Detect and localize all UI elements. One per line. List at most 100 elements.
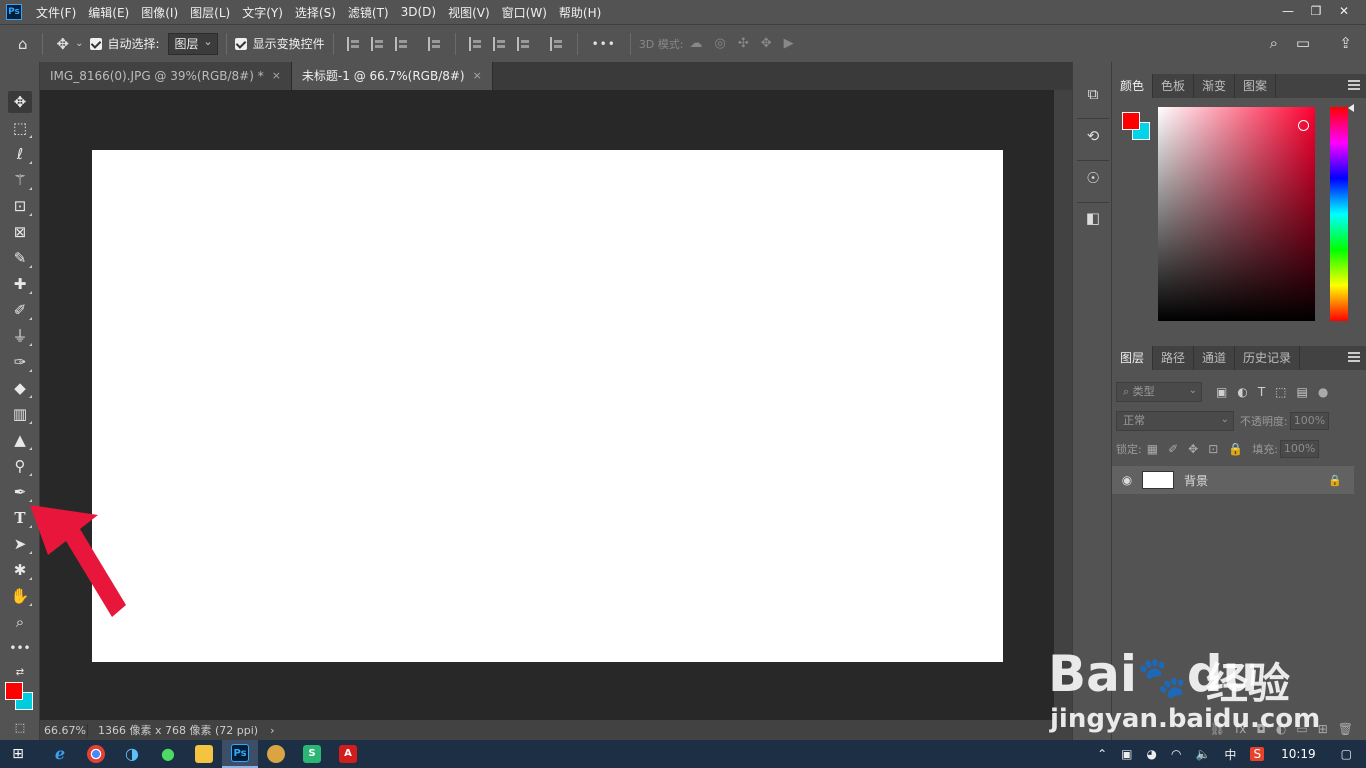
- tab-channels[interactable]: 通道: [1194, 346, 1236, 370]
- close-tab-icon[interactable]: ×: [473, 63, 482, 89]
- qq-icon[interactable]: ◕: [1147, 747, 1157, 761]
- tab-img-8166[interactable]: IMG_8166(0).JPG @ 39%(RGB/8#) * ×: [40, 62, 292, 90]
- tab-patterns[interactable]: 图案: [1235, 74, 1277, 98]
- blend-mode-dropdown[interactable]: 正常: [1116, 411, 1234, 431]
- menu-image[interactable]: 图像(I): [135, 4, 184, 21]
- sogou-ime-icon[interactable]: S: [1250, 747, 1265, 761]
- document-canvas[interactable]: [92, 150, 1003, 662]
- ime-indicator[interactable]: 中: [1224, 746, 1236, 763]
- show-transform-checkbox[interactable]: 显示变换控件: [234, 35, 325, 52]
- healing-brush-tool-icon[interactable]: ✚: [8, 273, 32, 295]
- taskbar-wechat[interactable]: ●: [150, 740, 186, 768]
- filter-shape-icon[interactable]: ⬚: [1275, 385, 1286, 399]
- distribute-horizontal-icon[interactable]: [549, 36, 564, 51]
- tab-history[interactable]: 历史记录: [1235, 346, 1301, 370]
- color-picker-cursor[interactable]: [1298, 120, 1309, 131]
- tray-app-icon[interactable]: ▣: [1121, 747, 1132, 761]
- taskbar-ie[interactable]: ℯ: [42, 740, 78, 768]
- libraries-icon[interactable]: ⧉: [1081, 82, 1105, 106]
- frame-tool-icon[interactable]: ⊠: [8, 221, 32, 243]
- menu-type[interactable]: 文字(Y): [236, 4, 289, 21]
- brush-tool-icon[interactable]: ✐: [8, 299, 32, 321]
- filter-type-icon[interactable]: T: [1258, 385, 1265, 399]
- custom-shape-tool-icon[interactable]: ✱: [8, 559, 32, 581]
- menu-window[interactable]: 窗口(W): [496, 4, 553, 21]
- color-panel-foreground-swatch[interactable]: [1122, 112, 1140, 130]
- eraser-tool-icon[interactable]: ◆: [8, 377, 32, 399]
- properties-icon[interactable]: ◧: [1081, 206, 1105, 230]
- lasso-tool-icon[interactable]: ℓ: [8, 143, 32, 165]
- notifications-icon[interactable]: ▢: [1341, 747, 1352, 761]
- show-hidden-icons-icon[interactable]: ⌃: [1097, 747, 1107, 761]
- hue-slider[interactable]: [1330, 107, 1348, 321]
- move-tool-icon[interactable]: ✥: [8, 91, 32, 113]
- foreground-color-swatch[interactable]: [5, 682, 23, 700]
- quick-mask-icon[interactable]: ⬚: [8, 717, 32, 739]
- zoom-field[interactable]: 66.67%: [40, 723, 88, 737]
- menu-3d[interactable]: 3D(D): [395, 5, 442, 19]
- clone-stamp-tool-icon[interactable]: ⏚: [8, 325, 32, 347]
- layer-filter-dropdown[interactable]: ⌕ 类型: [1116, 382, 1202, 402]
- opacity-field[interactable]: 100%: [1289, 412, 1330, 430]
- color-picker-field[interactable]: [1158, 107, 1315, 321]
- distribute-vertical-icon[interactable]: [427, 36, 442, 51]
- align-right-icon[interactable]: [394, 36, 409, 51]
- dodge-tool-icon[interactable]: ⚲: [8, 455, 32, 477]
- layer-row-background[interactable]: ◉ 背景 🔒: [1112, 466, 1354, 494]
- align-vertical-center-icon[interactable]: [492, 36, 507, 51]
- tab-paths[interactable]: 路径: [1153, 346, 1195, 370]
- delete-layer-icon[interactable]: 🗑: [1338, 722, 1353, 736]
- checkbox-checked-icon[interactable]: [89, 37, 102, 50]
- gradient-tool-icon[interactable]: ▥: [8, 403, 32, 425]
- restore-button[interactable]: ❐: [1302, 0, 1330, 22]
- taskbar-app8[interactable]: S: [294, 740, 330, 768]
- lock-image-icon[interactable]: ✐: [1168, 442, 1178, 456]
- move-tool-icon[interactable]: ✥: [57, 35, 70, 53]
- menu-select[interactable]: 选择(S): [289, 4, 342, 21]
- share-icon[interactable]: ⇪: [1339, 34, 1352, 52]
- hand-tool-icon[interactable]: ✋: [8, 585, 32, 607]
- close-window-button[interactable]: ✕: [1330, 0, 1358, 22]
- tab-swatches[interactable]: 色板: [1153, 74, 1195, 98]
- taskbar-chrome[interactable]: [78, 740, 114, 768]
- tab-untitled-1[interactable]: 未标题-1 @ 66.7%(RGB/8#) ×: [291, 62, 493, 90]
- eyedropper-tool-icon[interactable]: ✎: [8, 247, 32, 269]
- taskbar-photoshop[interactable]: Ps: [222, 740, 258, 768]
- checkbox-checked-icon[interactable]: [234, 37, 247, 50]
- taskbar-edge[interactable]: ◑: [114, 740, 150, 768]
- start-button[interactable]: ⊞: [0, 740, 36, 768]
- hue-slider-marker[interactable]: [1348, 104, 1354, 112]
- search-icon[interactable]: ⌕: [1270, 34, 1278, 52]
- panel-menu-icon[interactable]: [1348, 80, 1360, 90]
- chevron-right-icon[interactable]: ›: [270, 724, 274, 737]
- menu-file[interactable]: 文件(F): [30, 4, 82, 21]
- history-icon[interactable]: ⟲: [1081, 124, 1105, 148]
- filter-pixel-icon[interactable]: ▣: [1216, 385, 1227, 399]
- panel-menu-icon[interactable]: [1348, 352, 1360, 362]
- taskbar-explorer[interactable]: [186, 740, 222, 768]
- tab-layers[interactable]: 图层: [1112, 346, 1154, 370]
- align-bottom-icon[interactable]: [516, 36, 531, 51]
- zoom-tool-icon[interactable]: ⌕: [8, 611, 32, 633]
- menu-edit[interactable]: 编辑(E): [82, 4, 135, 21]
- vertical-scrollbar[interactable]: [1054, 90, 1072, 720]
- edit-toolbar-icon[interactable]: •••: [8, 637, 32, 659]
- tab-color[interactable]: 颜色: [1112, 74, 1154, 98]
- path-selection-tool-icon[interactable]: ➤: [8, 533, 32, 555]
- align-left-icon[interactable]: [346, 36, 361, 51]
- menu-filter[interactable]: 滤镜(T): [342, 4, 395, 21]
- menu-layer[interactable]: 图层(L): [184, 4, 236, 21]
- taskbar-acrobat[interactable]: A: [330, 740, 366, 768]
- auto-select-checkbox[interactable]: 自动选择:: [89, 35, 160, 52]
- home-icon[interactable]: ⌂: [18, 35, 28, 53]
- clock[interactable]: 10:19: [1281, 747, 1316, 761]
- history-brush-tool-icon[interactable]: ✑: [8, 351, 32, 373]
- marquee-tool-icon[interactable]: ⬚: [8, 117, 32, 139]
- menu-view[interactable]: 视图(V): [442, 4, 496, 21]
- filter-adjustment-icon[interactable]: ◐: [1237, 385, 1247, 399]
- auto-select-target-dropdown[interactable]: 图层: [167, 32, 218, 55]
- close-tab-icon[interactable]: ×: [272, 63, 281, 89]
- volume-muted-icon[interactable]: 🔈: [1195, 747, 1210, 761]
- minimize-button[interactable]: —: [1274, 0, 1302, 22]
- workspace-icon[interactable]: ▭: [1296, 34, 1310, 52]
